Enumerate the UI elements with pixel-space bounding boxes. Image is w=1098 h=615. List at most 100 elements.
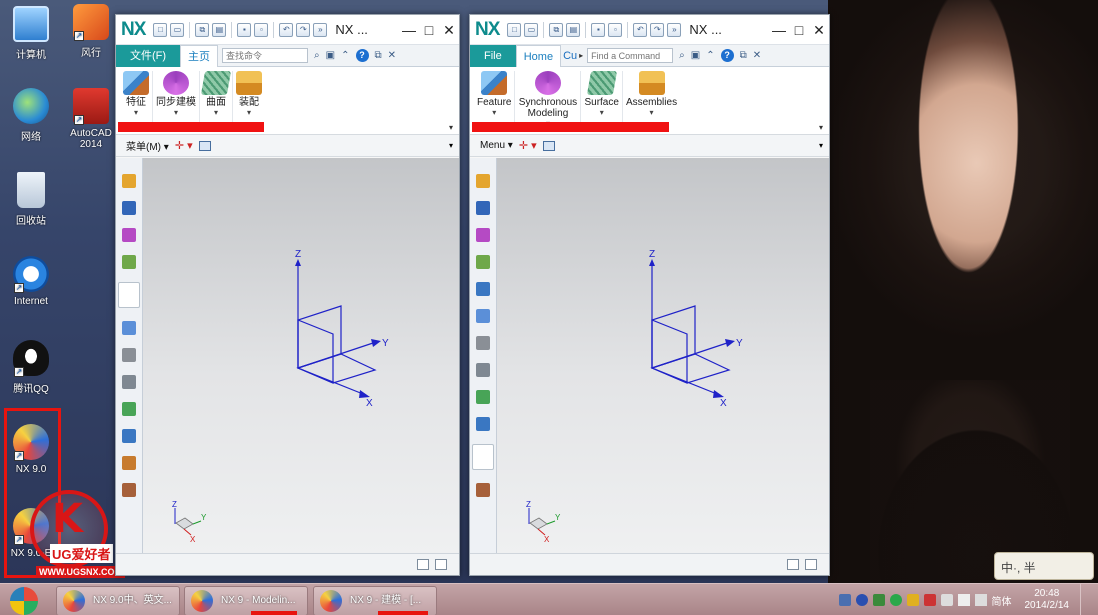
chevron-down-icon[interactable]: ▾ <box>236 108 262 117</box>
status-icon-grid[interactable] <box>787 559 799 570</box>
more-commands-icon[interactable]: » <box>313 22 328 37</box>
window-titlebar[interactable]: NX □ ▭ ⧉ ▤ ▪ ▫ ↶ ↷ » NX ... — □ ✕ <box>116 15 459 45</box>
paste-icon[interactable]: ▤ <box>212 22 227 37</box>
window-layout-icon[interactable]: ▣ <box>326 50 335 61</box>
copy-icon[interactable]: ⧉ <box>549 22 564 37</box>
view-selection-icon[interactable] <box>542 140 555 151</box>
volume-icon[interactable] <box>957 594 970 606</box>
redo-icon[interactable]: ↷ <box>296 22 311 37</box>
ribbon-assemblies-button[interactable]: Assemblies ▾ <box>623 71 680 123</box>
chevron-down-icon[interactable]: ▾ <box>123 108 149 117</box>
undo-icon[interactable]: ↶ <box>279 22 294 37</box>
tab-curve[interactable]: Cu <box>561 45 579 67</box>
part-navigator-icon[interactable] <box>122 228 136 242</box>
help-icon[interactable]: ? <box>355 49 369 62</box>
search-command-input[interactable] <box>587 48 674 63</box>
status-icon-fullscreen[interactable] <box>435 559 447 570</box>
search-icon[interactable]: ⌕ <box>314 50 320 61</box>
system-scenes-icon[interactable] <box>476 483 490 497</box>
taskbar-item-nx-doc[interactable]: NX 9.0中、英文... <box>56 586 180 615</box>
ribbon-synchronous-modeling-button[interactable]: 同步建模 ▾ <box>153 71 200 123</box>
history-icon[interactable] <box>476 309 490 323</box>
clock-history-icon[interactable] <box>122 348 136 362</box>
manufacturing-wizard-icon[interactable] <box>122 429 136 443</box>
nx-window-english[interactable]: NX □ ▭ ⧉ ▤ ▪ ▫ ↶ ↷ » NX ... — □ ✕ File H… <box>469 14 830 576</box>
graphics-viewport[interactable]: Z Y X Z X Y <box>143 158 459 553</box>
desktop-icon-network[interactable]: 网络 <box>2 88 60 143</box>
tab-scroll-icon[interactable]: ▸ <box>579 51 583 60</box>
chevron-down-icon[interactable]: ▾ <box>203 108 229 117</box>
paste-icon[interactable]: ▤ <box>566 22 581 37</box>
save-as-icon[interactable]: ▫ <box>608 22 623 37</box>
search-icon[interactable]: ⌕ <box>679 50 685 61</box>
constraint-navigator-icon[interactable] <box>122 201 136 215</box>
file-tab[interactable]: File <box>470 44 516 67</box>
view-selection-icon[interactable] <box>198 140 211 151</box>
ribbon-surface-button[interactable]: 曲面 ▾ <box>200 71 233 123</box>
tray-360-icon[interactable] <box>889 594 902 606</box>
taskbar-item-nx-modeling-en[interactable]: NX 9 - Modelin... <box>184 586 308 615</box>
copy-icon[interactable]: ⧉ <box>195 22 210 37</box>
save-icon[interactable]: ▪ <box>591 22 606 37</box>
close-icon[interactable]: ✕ <box>809 20 829 40</box>
part-navigator-icon[interactable] <box>476 228 490 242</box>
status-icon-fullscreen[interactable] <box>805 559 817 570</box>
tray-app-icon[interactable] <box>838 594 851 606</box>
open-folder-icon[interactable]: ▭ <box>524 22 539 37</box>
system-materials-icon[interactable] <box>122 375 136 389</box>
snap-point-icon[interactable]: ✛ ▾ <box>175 139 193 152</box>
clock[interactable]: 20:48 2014/2/14 <box>1025 588 1070 612</box>
redo-icon[interactable]: ↷ <box>650 22 665 37</box>
help-icon[interactable]: ? <box>720 49 734 62</box>
web-browser-icon[interactable] <box>118 282 140 308</box>
maximize-icon[interactable]: □ <box>789 20 809 40</box>
window-layout-icon[interactable]: ▣ <box>691 50 700 61</box>
tray-security-icon[interactable] <box>872 594 885 606</box>
close-doc-icon[interactable]: ✕ <box>753 50 761 61</box>
assembly-navigator-icon[interactable] <box>122 174 136 188</box>
start-button[interactable] <box>10 587 38 615</box>
ime-widget[interactable]: 中·, 半 <box>994 552 1094 580</box>
network-signal-icon[interactable] <box>974 594 987 606</box>
history-icon[interactable] <box>122 321 136 335</box>
desktop-icon-qq[interactable]: ↗ 腾讯QQ <box>2 340 60 395</box>
desktop-icon-recycle-bin[interactable]: 回收站 <box>2 172 60 227</box>
tab-home[interactable]: 主页 <box>180 44 219 68</box>
ribbon-options-icon[interactable]: ▾ <box>449 123 453 132</box>
show-desktop-button[interactable] <box>1080 584 1088 615</box>
taskbar-item-nx-modeling-cn[interactable]: NX 9 - 建模 - [... <box>313 586 437 615</box>
ribbon-options-icon[interactable]: ▾ <box>819 123 823 132</box>
chevron-down-icon[interactable]: ▾ <box>626 108 677 117</box>
qq-tray-icon[interactable] <box>906 594 919 606</box>
ribbon-feature-button[interactable]: 特征 ▾ <box>120 71 153 123</box>
close-icon[interactable]: ✕ <box>439 20 459 40</box>
save-as-icon[interactable]: ▫ <box>254 22 269 37</box>
undo-icon[interactable]: ↶ <box>633 22 648 37</box>
system-materials-icon[interactable] <box>476 363 490 377</box>
reuse-library-icon[interactable] <box>476 255 490 269</box>
graphics-viewport[interactable]: Z Y X Z X Y <box>497 158 829 553</box>
close-doc-icon[interactable]: ✕ <box>388 50 396 61</box>
minimize-icon[interactable]: — <box>769 20 789 40</box>
process-studio-icon[interactable] <box>122 402 136 416</box>
flag-icon[interactable] <box>923 594 936 606</box>
restore-icon[interactable]: ⧉ <box>740 50 747 61</box>
snap-point-icon[interactable]: ✛ ▾ <box>519 139 537 152</box>
bluetooth-icon[interactable] <box>855 594 868 606</box>
search-command-input[interactable] <box>222 48 309 63</box>
more-commands-icon[interactable]: » <box>667 22 682 37</box>
roles-icon[interactable] <box>472 444 494 470</box>
roles-icon[interactable] <box>122 456 136 470</box>
assembly-navigator-icon[interactable] <box>476 174 490 188</box>
clock-history-icon[interactable] <box>476 336 490 350</box>
window-titlebar[interactable]: NX □ ▭ ⧉ ▤ ▪ ▫ ↶ ↷ » NX ... — □ ✕ <box>470 15 829 45</box>
ribbon-synchronous-modeling-button[interactable]: Synchronous Modeling ▾ <box>515 71 582 128</box>
open-folder-icon[interactable]: ▭ <box>170 22 185 37</box>
desktop-icon-storm[interactable]: ↗ 风行 <box>62 4 120 59</box>
menu-button[interactable]: Menu ▾ <box>480 140 513 151</box>
chevron-down-icon[interactable]: ▾ <box>477 108 511 117</box>
maximize-icon[interactable]: □ <box>419 20 439 40</box>
desktop-icon-autocad[interactable]: ↗ AutoCAD 2014 <box>62 88 120 150</box>
chevron-down-icon[interactable]: ▾ <box>156 108 196 117</box>
desktop-icon-internet[interactable]: ↗ Internet <box>2 256 60 307</box>
